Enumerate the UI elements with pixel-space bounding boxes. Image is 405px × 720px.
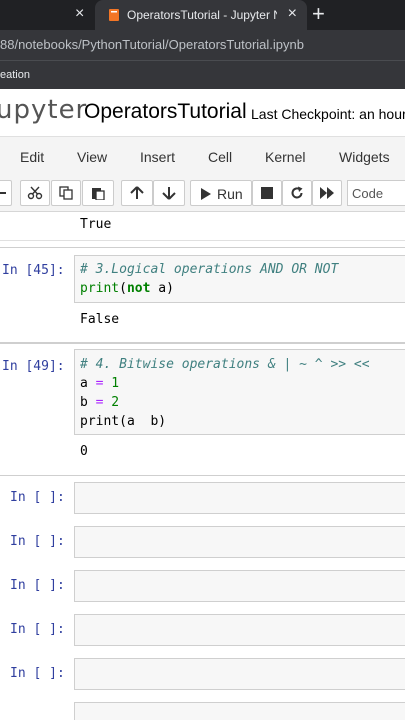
play-icon <box>201 188 211 200</box>
code-cell-49[interactable]: In [49]: # 4. Bitwise operations & | ~ ^… <box>0 342 405 476</box>
code-text: a <box>80 376 96 391</box>
cell-divider <box>0 240 405 241</box>
code-input[interactable] <box>74 482 405 514</box>
code-cell-45[interactable]: In [45]: # 3.Logical operations AND OR N… <box>0 247 405 344</box>
tab-close-icon[interactable]: × <box>288 5 297 23</box>
cell-type-select[interactable]: Code <box>347 180 405 206</box>
code-input[interactable] <box>74 570 405 602</box>
run-button[interactable]: Run <box>190 180 252 206</box>
bookmarks-bar: eation <box>0 60 405 89</box>
cell-prompt: In [ ]: <box>10 578 65 593</box>
code-text: b <box>80 395 96 410</box>
code-text: ( <box>119 281 127 296</box>
code-comment: # 3.Logical operations AND OR NOT <box>80 262 339 277</box>
address-bar[interactable]: 88/notebooks/PythonTutorial/OperatorsTut… <box>0 30 405 60</box>
bookmark-item[interactable]: eation <box>0 68 30 82</box>
checkpoint-status: Last Checkpoint: an hour <box>251 106 405 122</box>
empty-code-cell[interactable]: In [ ]: <box>0 521 405 565</box>
jupyter-favicon-icon <box>109 9 119 21</box>
cell-prompt: In [ ]: <box>10 534 65 549</box>
browser-tab-bar: × OperatorsTutorial - Jupyter Note × + <box>0 0 405 30</box>
cell-output: 0 <box>80 444 88 459</box>
scissors-icon <box>27 186 43 200</box>
cell-prompt: In [ ]: <box>10 622 65 637</box>
empty-code-cell[interactable]: In [ ]: <box>0 609 405 653</box>
code-input[interactable]: # 3.Logical operations AND OR NOT print(… <box>74 255 405 303</box>
cell-prompt: In [49]: <box>2 359 65 374</box>
code-input[interactable] <box>74 614 405 646</box>
paste-icon <box>92 188 105 200</box>
jupyter-logo[interactable]: upyter <box>0 95 87 125</box>
code-input[interactable]: # 4. Bitwise operations & | ~ ^ >> << a … <box>74 349 405 435</box>
empty-code-cell[interactable]: In [ ]: <box>0 565 405 609</box>
notebook-header: upyter OperatorsTutorial Last Checkpoint… <box>0 89 405 135</box>
tab-title: OperatorsTutorial - Jupyter Note <box>127 8 277 22</box>
empty-code-cell[interactable]: In [ ]: <box>0 477 405 521</box>
cell-prompt: In [ ]: <box>10 490 65 505</box>
code-comment: # 4. Bitwise operations & | ~ ^ >> << <box>80 357 370 372</box>
plus-icon <box>0 192 6 194</box>
run-label: Run <box>217 186 243 202</box>
menu-cell[interactable]: Cell <box>208 149 232 165</box>
copy-button[interactable] <box>51 180 81 206</box>
cut-button[interactable] <box>20 180 50 206</box>
cell-prompt: In [45]: <box>2 263 65 278</box>
code-input[interactable] <box>74 526 405 558</box>
restart-run-all-button[interactable] <box>312 180 342 206</box>
fast-forward-icon <box>320 187 334 199</box>
code-number: 1 <box>103 376 120 391</box>
menu-view[interactable]: View <box>77 149 107 165</box>
move-up-button[interactable] <box>121 180 153 206</box>
code-number: 2 <box>103 395 120 410</box>
output-true: True <box>80 217 112 232</box>
move-down-button[interactable] <box>153 180 185 206</box>
previous-tab-close-icon[interactable]: × <box>75 5 84 23</box>
notebook-container: True In [45]: # 3.Logical operations AND… <box>0 212 405 720</box>
menu-insert[interactable]: Insert <box>140 149 175 165</box>
code-text: a) <box>150 281 174 296</box>
notebook-title[interactable]: OperatorsTutorial <box>84 100 247 124</box>
arrow-down-icon <box>162 187 176 200</box>
url-text[interactable]: 88/notebooks/PythonTutorial/OperatorsTut… <box>0 37 304 53</box>
browser-tab-active[interactable]: OperatorsTutorial - Jupyter Note × <box>95 0 307 30</box>
code-input[interactable] <box>74 702 405 720</box>
arrow-up-icon <box>130 186 144 199</box>
cell-prompt: In [ ]: <box>10 666 65 681</box>
copy-icon <box>59 186 73 200</box>
empty-code-cell[interactable] <box>0 697 405 720</box>
cell-type-value: Code <box>352 186 384 201</box>
stop-icon <box>261 187 273 199</box>
paste-button[interactable] <box>82 180 114 206</box>
restart-icon <box>291 186 303 199</box>
empty-code-cell[interactable]: In [ ]: <box>0 653 405 697</box>
code-input[interactable] <box>74 658 405 690</box>
notebook-toolbar: Run Code <box>0 177 405 212</box>
menu-widgets[interactable]: Widgets <box>339 149 390 165</box>
cell-output: False <box>80 312 120 327</box>
menu-bar: Edit View Insert Cell Kernel Widgets <box>0 136 405 178</box>
new-tab-icon[interactable]: + <box>312 3 325 25</box>
menu-kernel[interactable]: Kernel <box>265 149 305 165</box>
menu-edit[interactable]: Edit <box>20 149 44 165</box>
interrupt-kernel-button[interactable] <box>252 180 282 206</box>
code-text: print(a b) <box>80 414 167 429</box>
insert-cell-button[interactable] <box>0 180 12 206</box>
restart-kernel-button[interactable] <box>282 180 312 206</box>
code-builtin: print <box>80 281 120 296</box>
code-keyword: not <box>126 281 151 296</box>
